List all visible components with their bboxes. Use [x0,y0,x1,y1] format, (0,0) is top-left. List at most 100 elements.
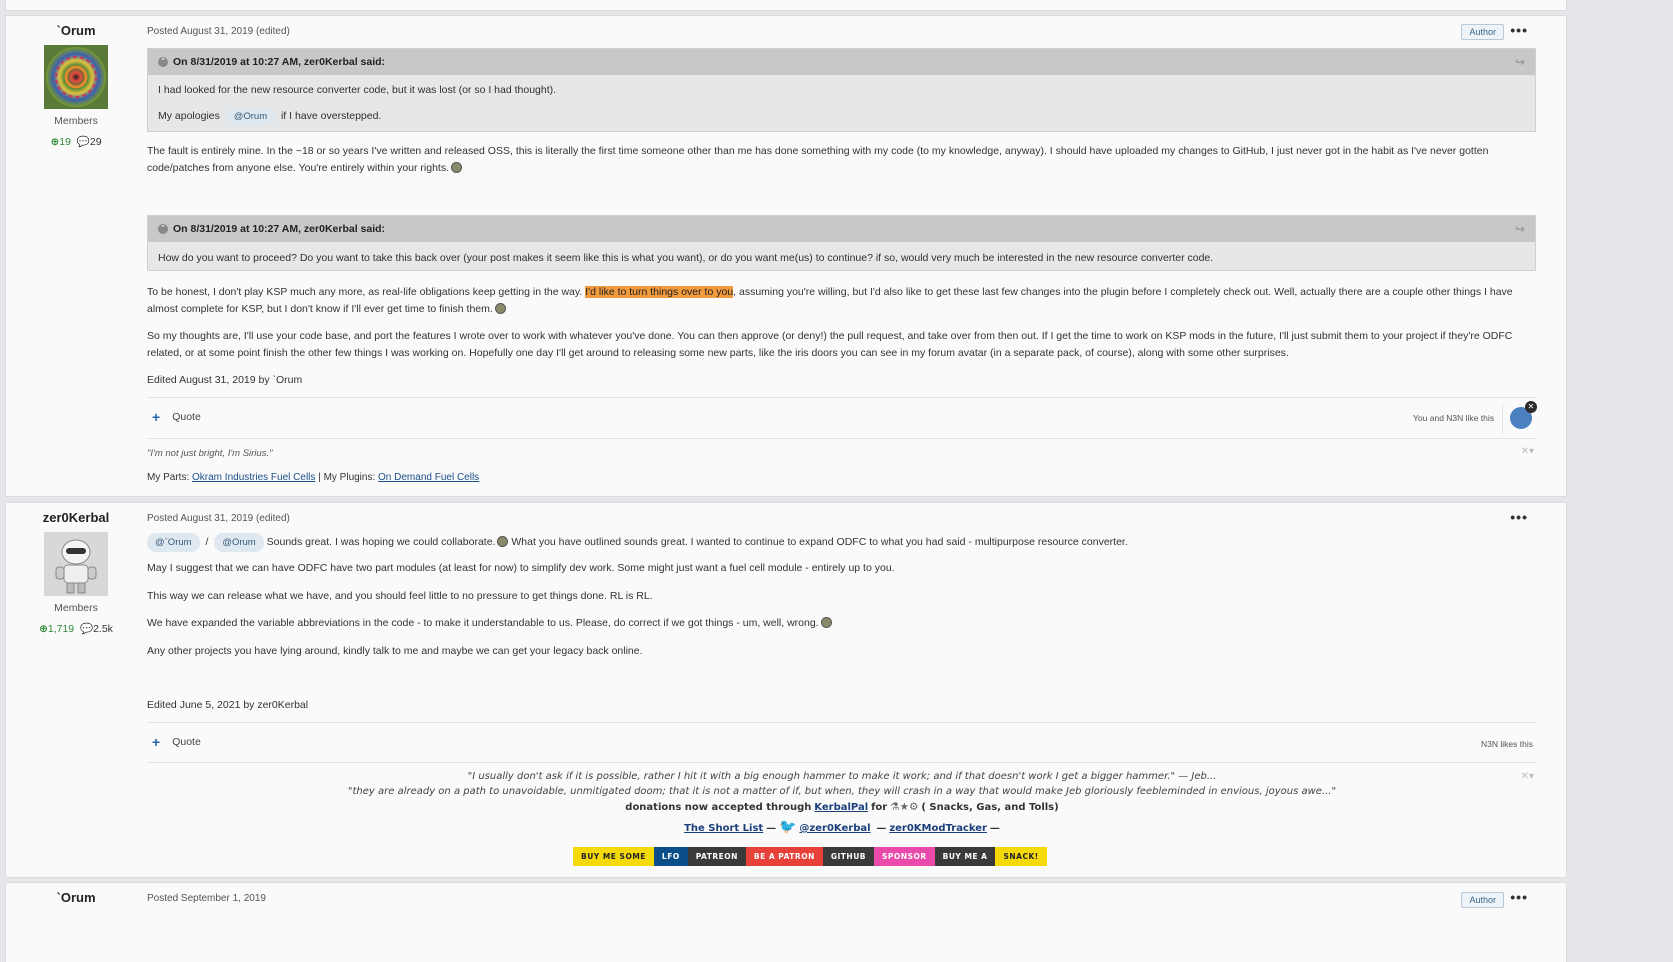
divider [147,397,1537,398]
author-panel: zer0Kerbal Members ⊕1,719 💬2.5k [6,510,146,635]
author-name[interactable]: `Orum [6,23,146,38]
author-badge: Author [1461,892,1504,908]
sig-for-text: for [871,802,888,813]
member-group: Members [54,602,98,614]
donation-button-buy-me-some[interactable]: BUY ME SOME [573,847,654,866]
quote-collapse-icon[interactable]: ⌃ [158,57,168,67]
kerbalpal-link[interactable]: KerbalPal [814,802,868,813]
mention-link[interactable]: @`Orum [147,533,200,552]
modtracker-link[interactable]: zer0KModTracker [889,823,987,834]
edited-note: Edited June 5, 2021 by zer0Kerbal [147,699,309,711]
quote-action[interactable]: + Quote [152,734,201,750]
reaction-likers[interactable]: You and N3N like this [1413,413,1494,423]
divider [147,722,1537,723]
sig-quote-2: "they are already on a path to unavoidab… [347,786,1337,797]
sig-quote-1: "I usually don't ask if it is possible, … [467,771,1217,782]
author-stats: ⊕1,719 💬2.5k [6,622,146,635]
multiquote-add-icon[interactable]: + [152,734,160,750]
member-group: Members [54,115,98,127]
emoji-icon [497,536,509,547]
highlighted-text: I'd like to turn things over to you [585,286,734,298]
snacks-icons: ⚗★⚙ [890,801,919,813]
signature-block: "I usually don't ask if it is possible, … [147,769,1537,838]
post-count: 29 [89,136,102,148]
donation-button-buy-me-a[interactable]: BUY ME A [934,847,996,866]
donation-button-be-a-patron[interactable]: BE A PATRON [745,847,823,866]
quote-header[interactable]: ⌃ On 8/31/2019 at 10:27 AM, zer0Kerbal s… [148,216,1535,242]
signature-links: My Parts: Okram Industries Fuel Cells | … [147,469,479,486]
paragraph-text: Sounds great. I was hoping we could coll… [266,536,496,548]
sig-donation-text: donations now accepted through [625,802,812,813]
comment-icon: 💬 [76,136,90,148]
quote-text-suffix: if I have overstepped. [280,110,382,122]
sig-parts-link[interactable]: Okram Industries Fuel Cells [192,472,315,483]
quote-text-2: My apologies @Orum if I have overstepped… [148,109,1535,125]
share-icon[interactable]: ↪ [1515,222,1525,236]
mention-link[interactable]: @Orum [225,109,276,125]
short-list-link[interactable]: The Short List [684,823,763,834]
sig-plugins-link[interactable]: On Demand Fuel Cells [378,472,479,483]
quote-header[interactable]: ⌃ On 8/31/2019 at 10:27 AM, zer0Kerbal s… [148,49,1535,75]
quote-citation: On 8/31/2019 at 10:27 AM, zer0Kerbal sai… [173,223,386,235]
sig-label-2: My Plugins: [323,472,376,483]
donation-button-lfo[interactable]: LFO [653,847,688,866]
remove-reaction-icon[interactable]: ✕ [1525,401,1537,413]
author-stats: ⊕19 💬29 [6,135,146,148]
donation-button-patreon[interactable]: PATREON [687,847,746,866]
donation-button-sponsor[interactable]: SPONSOR [874,847,935,866]
author-panel: `Orum [6,890,146,905]
post-line-4: We have expanded the variable abbreviati… [147,615,832,632]
post-orum-2: `Orum Posted September 1, 2019 Author ••… [5,882,1567,962]
post-paragraph-3: So my thoughts are, I'll use your code b… [147,330,1513,359]
quote-text: I had looked for the new resource conver… [158,84,557,96]
quote-block: ⌃ On 8/31/2019 at 10:27 AM, zer0Kerbal s… [147,48,1536,132]
donation-button-snack[interactable]: SNACK! [995,847,1047,866]
post-options-button[interactable]: ••• [1510,22,1528,38]
post-date[interactable]: Posted August 31, 2019 (edited) [147,26,290,37]
author-badge: Author [1461,24,1504,40]
reaction-likers[interactable]: N3N likes this [1481,739,1533,749]
donation-button-github[interactable]: GITHUB [822,847,875,866]
post-line-1: @`Orum / @Orum Sounds great. I was hopin… [147,533,1537,552]
signature-divider [147,438,1537,439]
emoji-icon [451,162,463,173]
avatar[interactable] [44,45,108,109]
avatar[interactable] [44,532,108,596]
emoji-icon [820,617,832,628]
multiquote-add-icon[interactable]: + [152,409,160,425]
twitter-link[interactable]: @zer0Kerbal [799,823,870,834]
author-name[interactable]: zer0Kerbal [6,510,146,525]
post-options-button[interactable]: ••• [1510,889,1528,905]
post-count: 2.5k [93,623,113,635]
mention-link-2[interactable]: @Orum [214,533,264,552]
post-paragraph: The fault is entirely mine. In the ~18 o… [147,143,1537,177]
signature-hide-icon[interactable]: ✕▾ [1521,446,1534,457]
post-line-3: This way we can release what we have, an… [147,590,653,602]
quote-action[interactable]: + Quote [152,409,201,425]
sig-snacks-text: ( Snacks, Gas, and Tolls) [921,802,1059,813]
quote-button[interactable]: Quote [172,411,201,423]
reputation-icon: ⊕ [50,136,60,148]
post-date[interactable]: Posted August 31, 2019 (edited) [147,513,290,524]
sig-dash-2: — [876,823,887,834]
quote-button[interactable]: Quote [172,736,201,748]
like-reaction-button[interactable]: ✕ [1510,401,1537,429]
previous-post-stub [5,0,1567,11]
paragraph-text: We have expanded the variable abbreviati… [147,617,819,629]
quote-collapse-icon[interactable]: ⌃ [158,224,168,234]
post-paragraph-2: To be honest, I don't play KSP much any … [147,284,1537,318]
post-zer0kerbal: zer0Kerbal Members ⊕1,719 💬2.5k Posted A… [5,502,1567,878]
author-panel: `Orum Members ⊕19 💬29 [6,23,146,148]
quote-citation: On 8/31/2019 at 10:27 AM, zer0Kerbal sai… [173,56,386,68]
post-orum-1: `Orum Members ⊕19 💬29 Posted August 31, … [5,15,1567,497]
author-name[interactable]: `Orum [6,890,146,905]
quote-block-2: ⌃ On 8/31/2019 at 10:27 AM, zer0Kerbal s… [147,215,1536,271]
post-date[interactable]: Posted September 1, 2019 [147,893,266,904]
paragraph-text-cont: What you have outlined sounds great. I w… [511,536,1128,548]
share-icon[interactable]: ↪ [1515,55,1525,69]
quote-text: How do you want to proceed? Do you want … [158,252,1214,264]
post-options-button[interactable]: ••• [1510,509,1528,525]
twitter-icon[interactable]: 🐦 [779,818,796,834]
emoji-icon [494,303,506,314]
donation-buttons: BUY ME SOME LFO PATREON BE A PATRON GITHUB SP… [573,847,1047,866]
